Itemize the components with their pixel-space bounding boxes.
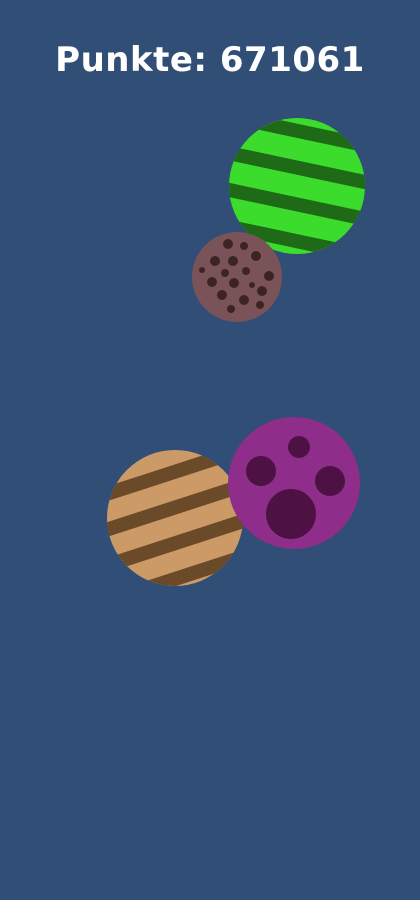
brown-dotted-ball[interactable] — [191, 231, 283, 323]
score-label: Punkte: — [55, 40, 208, 80]
score-value: 671061 — [219, 40, 365, 80]
score-display: Punkte: 671061 — [0, 40, 420, 80]
purple-spotted-ball[interactable] — [227, 416, 361, 550]
tan-striped-ball[interactable] — [89, 435, 261, 604]
game-screen[interactable]: Punkte: 671061 — [0, 0, 420, 900]
